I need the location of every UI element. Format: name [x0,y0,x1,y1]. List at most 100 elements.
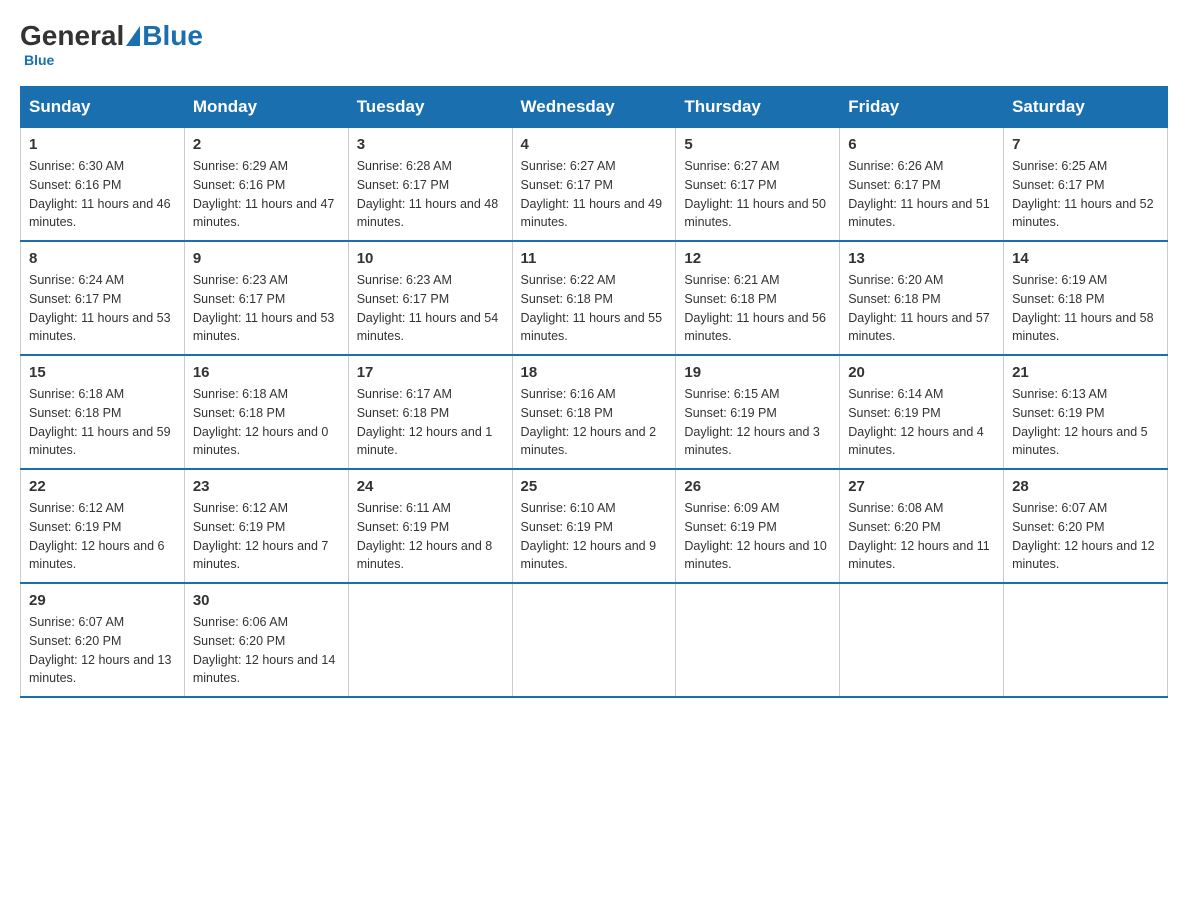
calendar-cell [840,583,1004,697]
calendar-cell: 18 Sunrise: 6:16 AMSunset: 6:18 PMDaylig… [512,355,676,469]
day-number: 6 [848,136,995,153]
day-info: Sunrise: 6:29 AMSunset: 6:16 PMDaylight:… [193,159,335,229]
col-tuesday: Tuesday [348,87,512,128]
day-number: 15 [29,364,176,381]
logo-general: General [20,20,124,52]
calendar-body: 1 Sunrise: 6:30 AMSunset: 6:16 PMDayligh… [21,128,1168,698]
page-header: General Blue Blue [20,20,1168,68]
day-number: 11 [521,250,668,267]
calendar-cell: 19 Sunrise: 6:15 AMSunset: 6:19 PMDaylig… [676,355,840,469]
logo-underline: Blue [24,52,54,68]
col-friday: Friday [840,87,1004,128]
calendar-cell: 5 Sunrise: 6:27 AMSunset: 6:17 PMDayligh… [676,128,840,242]
week-row-4: 22 Sunrise: 6:12 AMSunset: 6:19 PMDaylig… [21,469,1168,583]
logo: General Blue Blue [20,20,203,68]
day-info: Sunrise: 6:12 AMSunset: 6:19 PMDaylight:… [193,501,329,571]
day-number: 16 [193,364,340,381]
day-info: Sunrise: 6:06 AMSunset: 6:20 PMDaylight:… [193,615,335,685]
day-number: 9 [193,250,340,267]
day-number: 20 [848,364,995,381]
calendar-cell: 20 Sunrise: 6:14 AMSunset: 6:19 PMDaylig… [840,355,1004,469]
col-sunday: Sunday [21,87,185,128]
day-info: Sunrise: 6:16 AMSunset: 6:18 PMDaylight:… [521,387,657,457]
day-number: 26 [684,478,831,495]
day-number: 28 [1012,478,1159,495]
day-info: Sunrise: 6:17 AMSunset: 6:18 PMDaylight:… [357,387,493,457]
col-thursday: Thursday [676,87,840,128]
calendar-cell: 10 Sunrise: 6:23 AMSunset: 6:17 PMDaylig… [348,241,512,355]
calendar-cell [676,583,840,697]
col-wednesday: Wednesday [512,87,676,128]
day-info: Sunrise: 6:07 AMSunset: 6:20 PMDaylight:… [1012,501,1154,571]
calendar-cell: 23 Sunrise: 6:12 AMSunset: 6:19 PMDaylig… [184,469,348,583]
calendar-cell: 2 Sunrise: 6:29 AMSunset: 6:16 PMDayligh… [184,128,348,242]
day-info: Sunrise: 6:11 AMSunset: 6:19 PMDaylight:… [357,501,493,571]
day-number: 18 [521,364,668,381]
calendar-cell: 27 Sunrise: 6:08 AMSunset: 6:20 PMDaylig… [840,469,1004,583]
logo-blue: Blue [142,20,203,52]
day-info: Sunrise: 6:30 AMSunset: 6:16 PMDaylight:… [29,159,171,229]
calendar-cell: 12 Sunrise: 6:21 AMSunset: 6:18 PMDaylig… [676,241,840,355]
day-number: 17 [357,364,504,381]
col-monday: Monday [184,87,348,128]
day-number: 30 [193,592,340,609]
calendar-cell: 3 Sunrise: 6:28 AMSunset: 6:17 PMDayligh… [348,128,512,242]
calendar-cell: 14 Sunrise: 6:19 AMSunset: 6:18 PMDaylig… [1004,241,1168,355]
col-saturday: Saturday [1004,87,1168,128]
calendar-cell: 28 Sunrise: 6:07 AMSunset: 6:20 PMDaylig… [1004,469,1168,583]
day-number: 24 [357,478,504,495]
day-number: 10 [357,250,504,267]
calendar-cell: 6 Sunrise: 6:26 AMSunset: 6:17 PMDayligh… [840,128,1004,242]
day-number: 25 [521,478,668,495]
calendar-table: Sunday Monday Tuesday Wednesday Thursday… [20,86,1168,698]
calendar-cell: 22 Sunrise: 6:12 AMSunset: 6:19 PMDaylig… [21,469,185,583]
logo-triangle-icon [126,26,140,46]
day-info: Sunrise: 6:28 AMSunset: 6:17 PMDaylight:… [357,159,499,229]
day-info: Sunrise: 6:23 AMSunset: 6:17 PMDaylight:… [193,273,335,343]
calendar-cell: 16 Sunrise: 6:18 AMSunset: 6:18 PMDaylig… [184,355,348,469]
day-number: 7 [1012,136,1159,153]
day-number: 2 [193,136,340,153]
day-number: 12 [684,250,831,267]
day-info: Sunrise: 6:13 AMSunset: 6:19 PMDaylight:… [1012,387,1148,457]
calendar-cell: 11 Sunrise: 6:22 AMSunset: 6:18 PMDaylig… [512,241,676,355]
day-info: Sunrise: 6:25 AMSunset: 6:17 PMDaylight:… [1012,159,1154,229]
calendar-cell [1004,583,1168,697]
calendar-cell: 29 Sunrise: 6:07 AMSunset: 6:20 PMDaylig… [21,583,185,697]
day-number: 5 [684,136,831,153]
day-info: Sunrise: 6:21 AMSunset: 6:18 PMDaylight:… [684,273,826,343]
day-number: 19 [684,364,831,381]
calendar-cell: 1 Sunrise: 6:30 AMSunset: 6:16 PMDayligh… [21,128,185,242]
day-number: 14 [1012,250,1159,267]
day-info: Sunrise: 6:14 AMSunset: 6:19 PMDaylight:… [848,387,984,457]
day-info: Sunrise: 6:23 AMSunset: 6:17 PMDaylight:… [357,273,499,343]
calendar-cell: 8 Sunrise: 6:24 AMSunset: 6:17 PMDayligh… [21,241,185,355]
calendar-cell: 9 Sunrise: 6:23 AMSunset: 6:17 PMDayligh… [184,241,348,355]
day-info: Sunrise: 6:10 AMSunset: 6:19 PMDaylight:… [521,501,657,571]
calendar-cell: 13 Sunrise: 6:20 AMSunset: 6:18 PMDaylig… [840,241,1004,355]
day-number: 29 [29,592,176,609]
day-info: Sunrise: 6:24 AMSunset: 6:17 PMDaylight:… [29,273,171,343]
day-info: Sunrise: 6:20 AMSunset: 6:18 PMDaylight:… [848,273,990,343]
day-number: 21 [1012,364,1159,381]
calendar-cell: 17 Sunrise: 6:17 AMSunset: 6:18 PMDaylig… [348,355,512,469]
day-info: Sunrise: 6:07 AMSunset: 6:20 PMDaylight:… [29,615,171,685]
calendar-cell: 24 Sunrise: 6:11 AMSunset: 6:19 PMDaylig… [348,469,512,583]
week-row-1: 1 Sunrise: 6:30 AMSunset: 6:16 PMDayligh… [21,128,1168,242]
day-info: Sunrise: 6:26 AMSunset: 6:17 PMDaylight:… [848,159,990,229]
day-number: 23 [193,478,340,495]
day-info: Sunrise: 6:22 AMSunset: 6:18 PMDaylight:… [521,273,663,343]
day-info: Sunrise: 6:18 AMSunset: 6:18 PMDaylight:… [193,387,329,457]
day-number: 3 [357,136,504,153]
day-info: Sunrise: 6:08 AMSunset: 6:20 PMDaylight:… [848,501,990,571]
day-number: 4 [521,136,668,153]
day-number: 8 [29,250,176,267]
day-number: 1 [29,136,176,153]
calendar-cell: 15 Sunrise: 6:18 AMSunset: 6:18 PMDaylig… [21,355,185,469]
day-info: Sunrise: 6:19 AMSunset: 6:18 PMDaylight:… [1012,273,1154,343]
day-number: 22 [29,478,176,495]
calendar-cell: 30 Sunrise: 6:06 AMSunset: 6:20 PMDaylig… [184,583,348,697]
day-info: Sunrise: 6:15 AMSunset: 6:19 PMDaylight:… [684,387,820,457]
day-info: Sunrise: 6:27 AMSunset: 6:17 PMDaylight:… [521,159,663,229]
day-info: Sunrise: 6:09 AMSunset: 6:19 PMDaylight:… [684,501,826,571]
